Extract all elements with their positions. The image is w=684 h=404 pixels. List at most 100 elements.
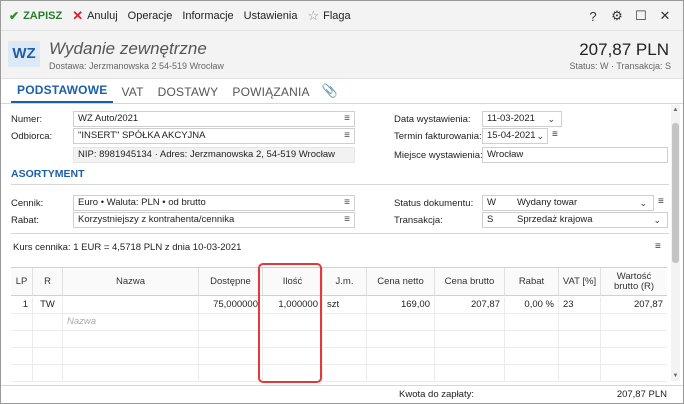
maximize-icon[interactable]: ☐ xyxy=(629,8,653,24)
cell-net-price[interactable]: 169,00 xyxy=(367,297,435,314)
cancel-button[interactable]: ✕ Anuluj xyxy=(72,9,117,22)
pricelist-label: Cennik: xyxy=(11,198,44,209)
close-window-icon[interactable]: ✕ xyxy=(653,8,677,24)
table-row-empty xyxy=(11,365,667,382)
tab-bar: PODSTAWOWE VAT DOSTAWY POWIĄZANIA 📎 xyxy=(1,80,683,104)
column-header[interactable]: Nazwa xyxy=(63,268,199,296)
menu-icon[interactable]: ≡ xyxy=(552,129,558,140)
assortment-section-title: ASORTYMENT xyxy=(11,168,85,180)
cell-empty xyxy=(435,348,505,365)
chevron-down-icon[interactable]: ⌄ xyxy=(547,112,555,126)
scroll-up-icon[interactable]: ▲ xyxy=(671,107,680,113)
cell-vat[interactable]: 23 xyxy=(559,297,601,314)
column-header[interactable]: R xyxy=(33,268,63,296)
name-placeholder[interactable]: Nazwa xyxy=(63,314,199,331)
chevron-down-icon[interactable]: ⌄ xyxy=(653,213,661,227)
close-icon: ✕ xyxy=(72,8,84,23)
settings-menu[interactable]: Ustawienia xyxy=(244,10,298,22)
column-header[interactable]: Ilość xyxy=(263,268,323,296)
doc-status-value: Wydany towar xyxy=(517,197,578,208)
place-label: Miejsce wystawienia: xyxy=(394,150,483,161)
menu-icon[interactable]: ≡ xyxy=(344,213,350,227)
cell-empty xyxy=(601,314,667,331)
scroll-thumb[interactable] xyxy=(672,123,679,263)
discount-field[interactable]: Korzystniejszy z kontrahenta/cennika ≡ xyxy=(73,212,355,228)
cell-empty xyxy=(505,314,559,331)
discount-value: Korzystniejszy z kontrahenta/cennika xyxy=(78,214,235,225)
chevron-down-icon[interactable]: ⌄ xyxy=(639,196,647,210)
save-button[interactable]: ✔ ZAPISZ xyxy=(9,10,62,22)
tab-relations[interactable]: POWIĄZANIA xyxy=(226,85,315,103)
recipient-details: NIP: 8981945134 · Adres: Jerzmanowska 2,… xyxy=(73,147,355,163)
number-field[interactable]: WZ Auto/2021 ≡ xyxy=(73,111,355,127)
divider xyxy=(11,184,669,185)
cell-empty xyxy=(199,348,263,365)
table-row[interactable]: 1 TW 75,000000 1,000000 szt 169,00 207,8… xyxy=(11,297,667,314)
recipient-field[interactable]: "INSERT" SPÓŁKA AKCYJNA ≡ xyxy=(73,128,355,144)
scroll-down-icon[interactable]: ▼ xyxy=(671,373,680,379)
chevron-down-icon[interactable]: ⌄ xyxy=(536,129,544,143)
column-header[interactable]: VAT [%] xyxy=(559,268,601,296)
cell-empty xyxy=(33,331,63,348)
column-header[interactable]: Rabat xyxy=(505,268,559,296)
settings-label: Ustawienia xyxy=(243,9,298,22)
gear-icon[interactable]: ⚙ xyxy=(605,8,629,24)
doc-status-field[interactable]: W Wydany towar ⌄ xyxy=(482,195,654,211)
cell-discount[interactable]: 0,00 % xyxy=(505,297,559,314)
cell-empty xyxy=(435,314,505,331)
cell-empty xyxy=(367,348,435,365)
amount-due-label: Kwota do zapłaty: xyxy=(399,389,474,400)
cell-quantity[interactable]: 1,000000 xyxy=(263,297,323,314)
table-row-empty xyxy=(11,331,667,348)
info-menu[interactable]: Informacje xyxy=(182,10,233,22)
cell-gross-price[interactable]: 207,87 xyxy=(435,297,505,314)
menu-icon[interactable]: ≡ xyxy=(344,112,350,126)
column-header[interactable]: LP xyxy=(11,268,33,296)
tab-deliveries[interactable]: DOSTAWY xyxy=(152,85,225,103)
cell-empty xyxy=(263,314,323,331)
issue-date-field[interactable]: 11-03-2021 ⌄ xyxy=(482,111,562,127)
cell-lp: 1 xyxy=(11,297,33,314)
cell-empty xyxy=(505,365,559,382)
place-field[interactable]: Wrocław xyxy=(482,147,668,163)
star-icon: ☆ xyxy=(307,8,320,23)
items-grid: LP R Nazwa Dostępne Ilość J.m. Cena nett… xyxy=(11,267,667,385)
column-header[interactable]: Wartość brutto (R) xyxy=(601,268,667,296)
tab-basic[interactable]: PODSTAWOWE xyxy=(11,83,114,103)
menu-icon[interactable]: ≡ xyxy=(344,129,350,143)
flag-button[interactable]: ☆ Flaga xyxy=(307,9,350,22)
scrollbar[interactable]: ▲ ▼ xyxy=(671,105,680,381)
menu-icon[interactable]: ≡ xyxy=(658,196,664,207)
document-window: ✔ ZAPISZ ✕ Anuluj Operacje Informacje Us… xyxy=(0,0,684,404)
cell-empty xyxy=(199,331,263,348)
doc-status-code: W xyxy=(487,197,496,208)
summary-footer: Kwota do zapłaty: 207,87 PLN xyxy=(1,385,683,403)
transaction-field[interactable]: S Sprzedaż krajowa ⌄ xyxy=(482,212,668,228)
menu-icon[interactable]: ≡ xyxy=(655,241,661,252)
cell-unit: szt xyxy=(323,297,367,314)
column-header[interactable]: Dostępne xyxy=(199,268,263,296)
help-icon[interactable]: ? xyxy=(581,9,605,24)
column-header[interactable]: J.m. xyxy=(323,268,367,296)
column-header[interactable]: Cena netto xyxy=(367,268,435,296)
transaction-label: Transakcja: xyxy=(394,215,443,226)
menu-icon[interactable]: ≡ xyxy=(344,196,350,210)
cell-empty xyxy=(11,348,33,365)
cell-empty xyxy=(323,314,367,331)
invoice-date-field[interactable]: 15-04-2021 ⌄ xyxy=(482,128,548,144)
cell-empty xyxy=(367,331,435,348)
doc-status-label: Status dokumentu: xyxy=(394,198,474,209)
table-row-new[interactable]: Nazwa xyxy=(11,314,667,331)
pricelist-field[interactable]: Euro • Waluta: PLN • od brutto ≡ xyxy=(73,195,355,211)
delivery-address: Dostawa: Jerzmanowska 2 54-519 Wrocław xyxy=(49,61,224,71)
paperclip-icon[interactable]: 📎 xyxy=(322,83,338,103)
column-header[interactable]: Cena brutto xyxy=(435,268,505,296)
tab-vat[interactable]: VAT xyxy=(115,85,149,103)
save-label: ZAPISZ xyxy=(23,9,63,22)
cell-empty xyxy=(435,365,505,382)
window-controls: ? ⚙ ☐ ✕ xyxy=(581,1,677,31)
operations-menu[interactable]: Operacje xyxy=(128,10,173,22)
cell-name[interactable] xyxy=(63,297,199,314)
cell-empty xyxy=(63,348,199,365)
place-value: Wrocław xyxy=(487,149,524,160)
